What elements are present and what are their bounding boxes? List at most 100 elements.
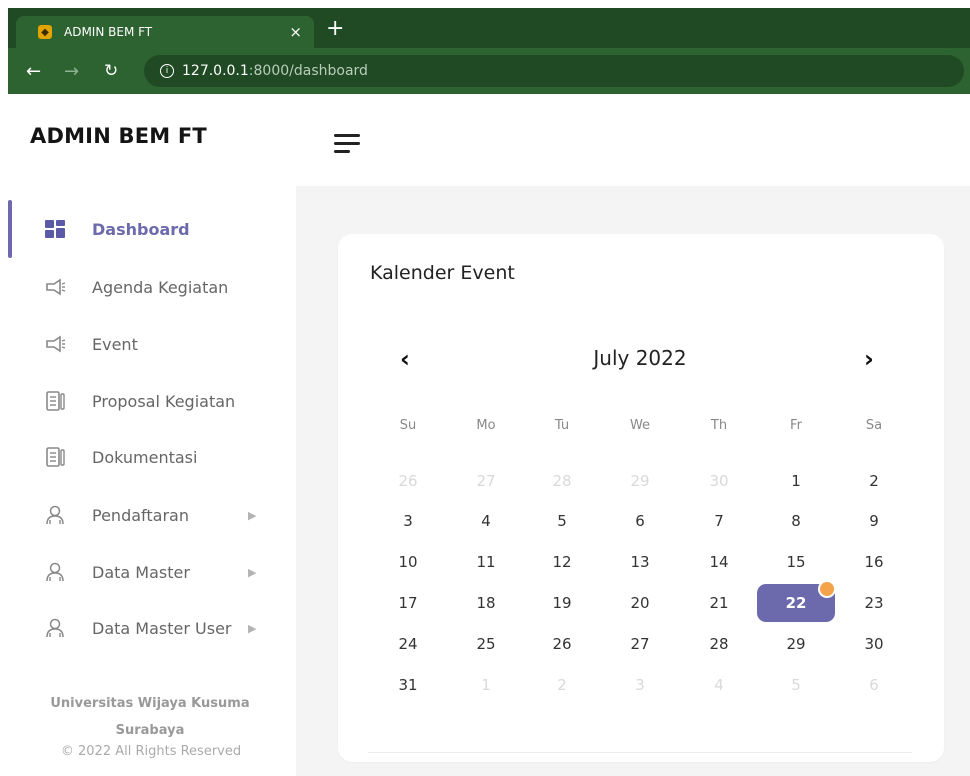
calendar-day[interactable]: 5 [776,670,816,700]
calendar-day[interactable]: 28 [699,629,739,659]
calendar-day[interactable]: 4 [466,506,506,536]
sidebar-item-agenda-kegiatan[interactable]: Agenda Kegiatan [44,272,284,302]
calendar-day[interactable]: 27 [620,629,660,659]
calendar-day[interactable]: 4 [699,670,739,700]
close-tab-icon[interactable]: × [289,23,302,41]
active-indicator [8,200,12,258]
url-path: :8000/dashboard [248,63,368,79]
calendar-month-label: July 2022 [593,346,687,370]
calendar-day[interactable]: 6 [854,670,894,700]
calendar-day[interactable]: 29 [776,629,816,659]
calendar-day[interactable]: 31 [388,670,428,700]
calendar-day[interactable]: 3 [620,670,660,700]
footer-copyright: © 2022 All Rights Reserved [60,744,242,759]
next-month-button[interactable]: › [864,346,874,372]
event-indicator-dot [818,580,836,598]
weekday-label: Sa [865,418,883,433]
calendar-day[interactable]: 30 [854,629,894,659]
address-bar: ← → ↻ i 127.0.0.1:8000/dashboard [8,48,970,94]
weekday-label: Mo [476,418,496,433]
chevron-right-icon[interactable]: ▶ [248,566,256,579]
calendar-day[interactable]: 19 [542,588,582,618]
weekday-label: We [629,418,651,433]
calendar-day[interactable]: 28 [542,466,582,496]
calendar-day[interactable]: 1 [776,466,816,496]
sidebar-item-event[interactable]: Event [44,329,284,359]
calendar-day[interactable]: 15 [776,547,816,577]
chevron-right-icon[interactable]: ▶ [248,622,256,635]
calendar-day[interactable]: 3 [388,506,428,536]
url-input[interactable]: i 127.0.0.1:8000/dashboard [144,55,964,87]
users-icon [44,617,66,639]
calendar-day[interactable]: 23 [854,588,894,618]
sidebar-item-pendaftaran[interactable]: Pendaftaran ▶ [44,500,284,530]
chevron-right-icon[interactable]: ▶ [248,509,256,522]
footer-line-1: Universitas Wijaya Kusuma [50,696,250,711]
megaphone-icon [44,276,66,298]
calendar-day[interactable]: 18 [466,588,506,618]
calendar-day[interactable]: 27 [466,466,506,496]
footer-university: Universitas Wijaya Kusuma Surabaya [40,690,260,744]
sidebar-item-dashboard[interactable]: Dashboard [44,214,284,244]
sidebar-item-data-master-user[interactable]: Data Master User ▶ [44,613,284,643]
calendar-day[interactable]: 21 [699,588,739,618]
card-divider [368,752,912,753]
weekday-label: Th [710,418,728,433]
reload-icon[interactable]: ↻ [104,61,122,81]
forward-icon[interactable]: → [64,61,82,82]
menu-toggle-icon[interactable] [334,132,362,156]
weekday-label: Su [399,418,417,433]
sidebar-item-label: Agenda Kegiatan [92,277,229,297]
calendar-day[interactable]: 17 [388,588,428,618]
calendar-day[interactable]: 11 [466,547,506,577]
info-icon[interactable]: i [160,64,174,78]
sidebar-item-label: Proposal Kegiatan [92,391,236,411]
calendar-day[interactable]: 9 [854,506,894,536]
previous-month-button[interactable]: ‹ [400,346,410,372]
browser-tab-bar: ◆ ADMIN BEM FT × + [8,8,970,48]
document-icon [44,446,66,468]
megaphone-icon [44,333,66,355]
sidebar-item-data-master[interactable]: Data Master ▶ [44,557,284,587]
sidebar-item-label: Data Master User [92,618,232,638]
calendar-day[interactable]: 2 [542,670,582,700]
dashboard-grid-icon [44,218,66,240]
calendar-day[interactable]: 14 [699,547,739,577]
document-icon [44,390,66,412]
tab-title: ADMIN BEM FT [64,25,153,39]
calendar-day[interactable]: 10 [388,547,428,577]
calendar-day[interactable]: 30 [699,466,739,496]
weekday-label: Fr [790,418,802,433]
browser-tab[interactable]: ◆ ADMIN BEM FT × [16,16,314,48]
back-icon[interactable]: ← [26,61,44,82]
sidebar-item-proposal-kegiatan[interactable]: Proposal Kegiatan [44,386,284,416]
sidebar-item-label: Data Master [92,562,190,582]
sidebar-item-label: Event [92,334,138,354]
calendar-day[interactable]: 5 [542,506,582,536]
new-tab-icon[interactable]: + [326,18,344,40]
calendar-day[interactable]: 12 [542,547,582,577]
calendar-day[interactable]: 6 [620,506,660,536]
sidebar-item-dokumentasi[interactable]: Dokumentasi [44,442,284,472]
sidebar-item-label: Pendaftaran [92,505,189,525]
calendar-day[interactable]: 1 [466,670,506,700]
calendar-day[interactable]: 20 [620,588,660,618]
calendar-day[interactable]: 7 [699,506,739,536]
calendar-day[interactable]: 29 [620,466,660,496]
calendar-day[interactable]: 16 [854,547,894,577]
calendar-day[interactable]: 26 [388,466,428,496]
calendar-day[interactable]: 26 [542,629,582,659]
calendar-day[interactable]: 24 [388,629,428,659]
calendar-day[interactable]: 13 [620,547,660,577]
sidebar-item-label: Dashboard [92,219,190,239]
calendar-day[interactable]: 8 [776,506,816,536]
users-icon [44,504,66,526]
favicon-icon: ◆ [38,25,52,39]
weekday-label: Tu [554,418,570,433]
calendar-day[interactable]: 2 [854,466,894,496]
sidebar-item-label: Dokumentasi [92,447,198,467]
card-title: Kalender Event [370,262,515,284]
brand-title: ADMIN BEM FT [30,124,207,148]
users-icon [44,561,66,583]
calendar-day[interactable]: 25 [466,629,506,659]
